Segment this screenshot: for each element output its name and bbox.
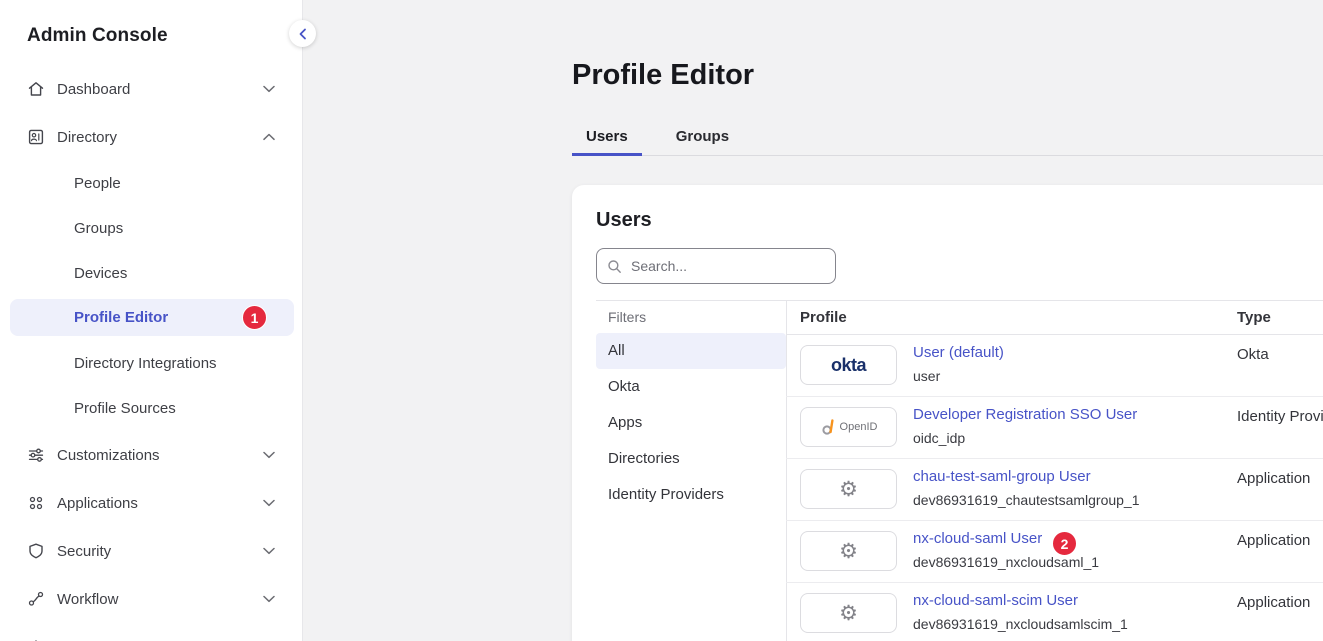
profile-sub-label: dev86931619_nxcloudsamlscim_1 <box>913 616 1128 632</box>
sidebar-subitem-label: People <box>74 175 121 192</box>
sidebar-item-groups[interactable]: Groups <box>0 212 302 244</box>
table-row: ⚙ chau-test-saml-group User dev86931619_… <box>786 459 1323 521</box>
sidebar-item-people[interactable]: People <box>0 167 302 199</box>
app-logo: ⚙ <box>800 593 897 633</box>
column-header-profile: Profile <box>800 309 847 326</box>
profile-link-developer-registration-sso-user[interactable]: Developer Registration SSO User <box>913 406 1137 423</box>
sidebar-item-devices[interactable]: Devices <box>0 257 302 289</box>
tab-groups[interactable]: Groups <box>662 124 743 156</box>
search-box <box>596 248 836 284</box>
profile-type: Application <box>1237 594 1310 611</box>
filter-all[interactable]: All <box>596 333 786 369</box>
profile-sub-label: user <box>913 368 940 384</box>
table-row: ⚙ nx-cloud-saml-scim User dev86931619_nx… <box>786 583 1323 641</box>
annotation-badge-2: 2 <box>1052 531 1077 556</box>
sidebar: Admin Console Dashboard Directory People… <box>0 0 303 641</box>
column-header-type: Type <box>1237 309 1271 326</box>
admin-console-app: Admin Console Dashboard Directory People… <box>0 0 1323 641</box>
workflow-icon <box>27 590 45 608</box>
sidebar-item-profile-editor[interactable]: Profile Editor 1 <box>10 299 294 336</box>
table-row: okta User (default) user Okta <box>786 335 1323 397</box>
filter-apps[interactable]: Apps <box>596 405 786 441</box>
table-header: Profile Type <box>786 300 1323 335</box>
openid-icon <box>820 418 836 436</box>
sidebar-item-label: Customizations <box>57 447 160 464</box>
profile-link-nx-cloud-saml-user[interactable]: nx-cloud-saml User <box>913 530 1042 547</box>
table-row: ⚙ nx-cloud-saml User 2 dev86931619_nxclo… <box>786 521 1323 583</box>
profile-type: Application <box>1237 470 1310 487</box>
sliders-icon <box>27 446 45 464</box>
sidebar-subitem-label: Profile Editor <box>74 309 168 326</box>
chevron-left-icon <box>298 28 307 40</box>
chevron-up-icon <box>263 133 275 141</box>
app-logo: ⚙ <box>800 469 897 509</box>
gear-icon: ⚙ <box>839 541 858 562</box>
sidebar-item-workflow[interactable]: Workflow <box>0 583 302 615</box>
profile-link-chau-test-saml-group-user[interactable]: chau-test-saml-group User <box>913 468 1091 485</box>
card-title: Users <box>596 209 652 232</box>
grid-icon <box>27 494 45 512</box>
sidebar-subitem-label: Directory Integrations <box>74 355 217 372</box>
collapse-sidebar-button[interactable] <box>289 20 316 47</box>
profile-type: Okta <box>1237 346 1269 363</box>
profile-type: Application <box>1237 532 1310 549</box>
profile-link-nx-cloud-saml-scim-user[interactable]: nx-cloud-saml-scim User <box>913 592 1078 609</box>
chevron-down-icon <box>263 451 275 459</box>
profile-sub-label: oidc_idp <box>913 430 965 446</box>
search-input[interactable] <box>629 257 825 275</box>
filter-okta[interactable]: Okta <box>596 369 786 405</box>
tab-bar: Users Groups <box>572 124 1323 156</box>
sidebar-subitem-label: Devices <box>74 265 127 282</box>
sidebar-item-label: Workflow <box>57 591 118 608</box>
profile-link-user-default[interactable]: User (default) <box>913 344 1004 361</box>
app-title: Admin Console <box>27 25 168 47</box>
sidebar-subitem-label: Groups <box>74 220 123 237</box>
users-card: Users Filters All Okta Apps Directories … <box>572 185 1323 641</box>
sidebar-item-security[interactable]: Security <box>0 535 302 567</box>
tab-users[interactable]: Users <box>572 124 642 156</box>
profile-sub-label: dev86931619_nxcloudsaml_1 <box>913 554 1099 570</box>
profiles-table: Profile Type okta User (default) user Ok… <box>786 300 1323 641</box>
okta-logo: okta <box>800 345 897 385</box>
sidebar-item-label: Directory <box>57 129 117 146</box>
sidebar-item-dashboard[interactable]: Dashboard <box>0 73 302 105</box>
filters-panel: Filters All Okta Apps Directories Identi… <box>596 301 786 513</box>
openid-logo: OpenID <box>800 407 897 447</box>
annotation-badge-1: 1 <box>242 305 267 330</box>
home-icon <box>27 80 45 98</box>
sidebar-item-label: Applications <box>57 495 138 512</box>
shield-icon <box>27 542 45 560</box>
sidebar-item-partial[interactable] <box>0 630 302 641</box>
filters-header: Filters <box>596 301 786 333</box>
sidebar-item-applications[interactable]: Applications <box>0 487 302 519</box>
gear-icon: ⚙ <box>839 603 858 624</box>
profile-sub-label: dev86931619_chautestsamlgroup_1 <box>913 492 1140 508</box>
gear-icon: ⚙ <box>839 479 858 500</box>
app-logo: ⚙ <box>800 531 897 571</box>
sidebar-item-label: Dashboard <box>57 81 130 98</box>
id-badge-icon <box>27 128 45 146</box>
profile-type: Identity Provider <box>1237 408 1323 425</box>
chevron-down-icon <box>263 595 275 603</box>
sidebar-item-label: Security <box>57 543 111 560</box>
search-icon <box>607 259 622 274</box>
okta-logo-text: okta <box>831 355 866 376</box>
filter-identity-providers[interactable]: Identity Providers <box>596 477 786 513</box>
sidebar-item-profile-sources[interactable]: Profile Sources <box>0 392 302 424</box>
openid-logo-text: OpenID <box>840 421 878 433</box>
chevron-down-icon <box>263 499 275 507</box>
reports-icon <box>27 637 45 641</box>
chevron-down-icon <box>263 547 275 555</box>
page-title: Profile Editor <box>572 59 754 92</box>
sidebar-subitem-label: Profile Sources <box>74 400 176 417</box>
sidebar-item-customizations[interactable]: Customizations <box>0 439 302 471</box>
filter-directories[interactable]: Directories <box>596 441 786 477</box>
sidebar-item-directory-integrations[interactable]: Directory Integrations <box>0 347 302 379</box>
sidebar-item-directory[interactable]: Directory <box>0 121 302 153</box>
chevron-down-icon <box>263 85 275 93</box>
table-row: OpenID Developer Registration SSO User o… <box>786 397 1323 459</box>
